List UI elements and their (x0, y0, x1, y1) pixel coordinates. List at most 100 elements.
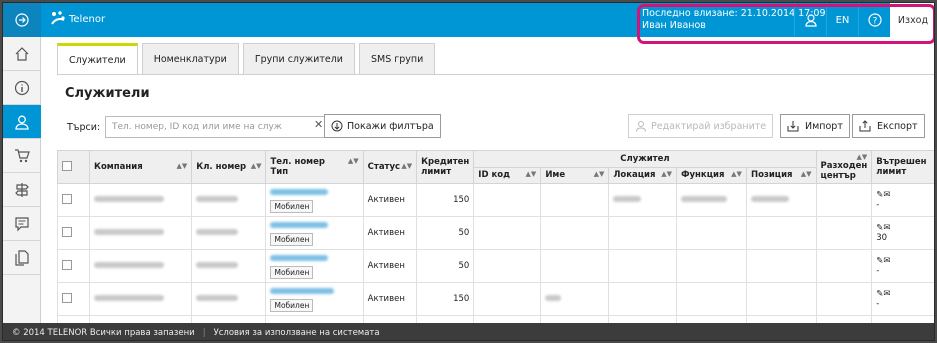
client-no-cell (191, 282, 267, 316)
phone-cell: Мобилен (265, 282, 364, 316)
employees-table-container: Компания ▲▼ Кл. номер ▲▼ ▲▼ Тел. номер Тип С… (57, 150, 934, 323)
credit-cell: 150 (416, 183, 475, 217)
edit-selected-button[interactable]: Редактирай избраните (628, 114, 774, 138)
table-row[interactable]: Мобилен Активен 150 ✎✉ - (57, 183, 934, 217)
header-company[interactable]: Компания ▲▼ (89, 150, 193, 184)
telenor-logo[interactable]: Telenor (49, 10, 105, 28)
type-badge: Мобилен (270, 232, 314, 246)
language-button[interactable]: EN (826, 3, 858, 37)
internal-limit-cell: ✎✉ - (871, 249, 934, 283)
tab-nomenclatures[interactable]: Номенклатури (141, 43, 239, 75)
row-checkbox[interactable] (62, 193, 72, 204)
row-select-cell (57, 249, 91, 283)
sidebar-item-info[interactable] (3, 71, 41, 105)
import-button[interactable]: Импорт (780, 114, 850, 138)
terms-link[interactable]: Условия за използване на системата (214, 328, 380, 338)
user-panel: Последно влизане: 21.10.2014 17:09 Иван … (634, 3, 934, 37)
sort-icon: ▲▼ (856, 153, 868, 161)
phone-link[interactable] (270, 287, 335, 294)
arrow-down-circle-icon (331, 120, 343, 132)
select-all-checkbox[interactable] (62, 160, 72, 171)
sort-icon: ▲▼ (250, 162, 262, 170)
header-position[interactable]: Позиция ▲▼ (745, 166, 817, 184)
header-credit-limit[interactable]: Кредитен лимит (416, 150, 475, 184)
redacted-value (94, 229, 165, 235)
app-frame: Telenor Последно влизане: 21.10.2014 17:… (2, 2, 935, 341)
cost-center-cell (815, 249, 873, 283)
tab-employee-groups[interactable]: Групи служители (242, 43, 355, 75)
search-input[interactable]: Тел. номер, ID код или име на служ (105, 116, 330, 138)
redacted-value (545, 295, 562, 301)
table-row[interactable]: Мобилен Активен 50 ✎✉ - (57, 249, 934, 283)
header-client-no[interactable]: Кл. номер ▲▼ (191, 150, 267, 184)
header-employee-group: Служител (473, 150, 817, 168)
show-filters-label: Покажи филтъра (347, 120, 434, 132)
tab-bar: Служители Номенклатури Групи служители S… (57, 43, 439, 75)
position-cell (745, 216, 817, 250)
position-cell (745, 183, 817, 217)
phone-link[interactable] (270, 221, 329, 228)
logout-button[interactable]: Изход (890, 3, 934, 37)
table-row[interactable]: Мобилен Активен 150 ✎✉ - (57, 282, 934, 316)
help-button[interactable]: ? (858, 3, 890, 37)
sidebar-item-employees[interactable] (3, 105, 41, 139)
status-cell: Активен (362, 183, 418, 217)
phone-link[interactable] (270, 188, 329, 195)
header-function[interactable]: Функция ▲▼ (676, 166, 747, 184)
cost-center-cell (815, 216, 873, 250)
client-no-cell (191, 216, 267, 250)
table-row[interactable] (57, 315, 934, 323)
sort-icon: ▲▼ (401, 162, 413, 170)
documents-icon (15, 249, 29, 266)
row-checkbox[interactable] (62, 292, 72, 303)
function-cell (676, 216, 747, 250)
sidebar-item-home[interactable] (3, 37, 41, 71)
signpost-icon (15, 182, 29, 197)
search-label: Търси: (67, 122, 101, 133)
sidebar-item-directions[interactable] (3, 173, 41, 207)
sidebar-item-documents[interactable] (3, 241, 41, 275)
profile-button[interactable] (794, 3, 826, 37)
sort-icon: ▲▼ (176, 162, 188, 170)
show-filters-button[interactable]: Покажи филтъра (324, 114, 441, 138)
row-select-cell (57, 282, 91, 316)
header-cost-center[interactable]: ▲▼ Разходен център (815, 150, 873, 184)
header-location[interactable]: Локация ▲▼ (608, 166, 678, 184)
header-internal-limit[interactable]: Вътрешен лимит (871, 150, 934, 184)
sort-icon: ▲▼ (347, 157, 359, 165)
status-cell: Активен (362, 216, 418, 250)
name-cell (540, 183, 610, 217)
import-label: Импорт (805, 120, 843, 132)
redacted-value (94, 196, 165, 202)
export-button[interactable]: Експорт (852, 114, 925, 138)
logo-text: Telenor (69, 13, 106, 25)
tab-sms-groups[interactable]: SMS групи (359, 43, 436, 75)
sidebar-item-messages[interactable] (3, 207, 41, 241)
table-row[interactable]: Мобилен Активен 50 ✎✉ 30 (57, 216, 934, 250)
header-status[interactable]: Статус ▲▼ (362, 150, 418, 184)
tab-employees[interactable]: Служители (57, 43, 138, 75)
phone-link[interactable] (270, 254, 329, 261)
row-checkbox[interactable] (62, 226, 72, 237)
limit-edit-icon[interactable]: ✎✉ (876, 289, 890, 299)
user-icon (804, 14, 817, 27)
position-cell (745, 282, 817, 316)
row-checkbox[interactable] (62, 259, 72, 270)
sidebar-toggle-button[interactable] (3, 3, 41, 37)
footer: © 2014 TELENOR Всички права запазени | У… (3, 323, 934, 340)
left-sidebar (3, 37, 41, 323)
sidebar-item-orders[interactable] (3, 139, 41, 173)
header-name[interactable]: Име ▲▼ (540, 166, 610, 184)
toolbar: Търси: Тел. номер, ID код или име на слу… (57, 114, 934, 144)
phone-cell: Мобилен (265, 216, 364, 250)
clear-icon[interactable]: ✕ (314, 118, 323, 131)
limit-edit-icon[interactable]: ✎✉ (876, 223, 890, 233)
header-phone[interactable]: ▲▼ Тел. номер Тип (265, 150, 364, 184)
limit-edit-icon[interactable]: ✎✉ (876, 190, 890, 200)
header-id-code[interactable]: ID код ▲▼ (473, 166, 542, 184)
location-cell (608, 282, 678, 316)
id-code-cell (473, 216, 542, 250)
type-badge: Мобилен (270, 199, 314, 213)
limit-edit-icon[interactable]: ✎✉ (876, 256, 890, 266)
edit-selected-label: Редактирай избраните (651, 120, 767, 132)
